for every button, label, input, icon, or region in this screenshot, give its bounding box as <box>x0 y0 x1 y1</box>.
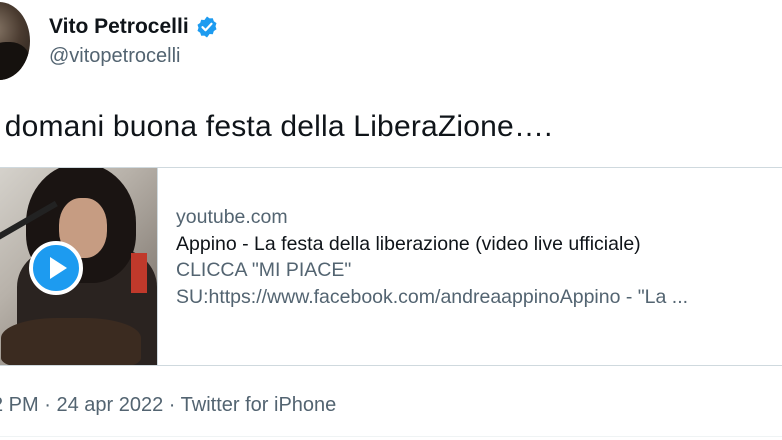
tweet-source-link[interactable]: Twitter for iPhone <box>181 394 337 416</box>
author-name-row: Vito Petrocelli <box>49 13 219 41</box>
tweet-date-link[interactable]: 24 apr 2022 <box>56 394 163 416</box>
meta-separator: · <box>163 394 181 416</box>
thumbnail-guitar <box>1 318 141 365</box>
play-icon[interactable] <box>29 241 83 295</box>
verified-badge-icon <box>195 15 219 39</box>
avatar-shade <box>0 42 30 80</box>
card-description-line-1: CLICCA "MI PIACE" <box>176 259 352 281</box>
tweet-time-link[interactable]: 2 PM <box>0 394 39 416</box>
card-description-line-2: SU:https://www.facebook.com/andreaappino… <box>176 285 689 308</box>
card-domain: youtube.com <box>176 206 288 228</box>
avatar[interactable] <box>0 2 30 80</box>
thumbnail-red-patch <box>131 253 147 293</box>
meta-separator: · <box>38 394 57 416</box>
link-preview-card[interactable]: youtube.com Appino - La festa della libe… <box>0 167 782 366</box>
video-thumbnail[interactable] <box>0 168 158 365</box>
author-handle[interactable]: @vitopetrocelli <box>49 45 219 68</box>
card-body: youtube.com Appino - La festa della libe… <box>176 204 688 310</box>
tweet-text: r domani buona festa della LiberaZione…. <box>0 110 553 143</box>
divider <box>0 436 782 437</box>
tweet-author: Vito Petrocelli @vitopetrocelli <box>49 13 219 68</box>
author-display-name[interactable]: Vito Petrocelli <box>49 15 189 39</box>
card-title: Appino - La festa della liberazione (vid… <box>176 232 641 255</box>
tweet-meta: 2 PM · 24 apr 2022 · Twitter for iPhone <box>0 394 336 417</box>
